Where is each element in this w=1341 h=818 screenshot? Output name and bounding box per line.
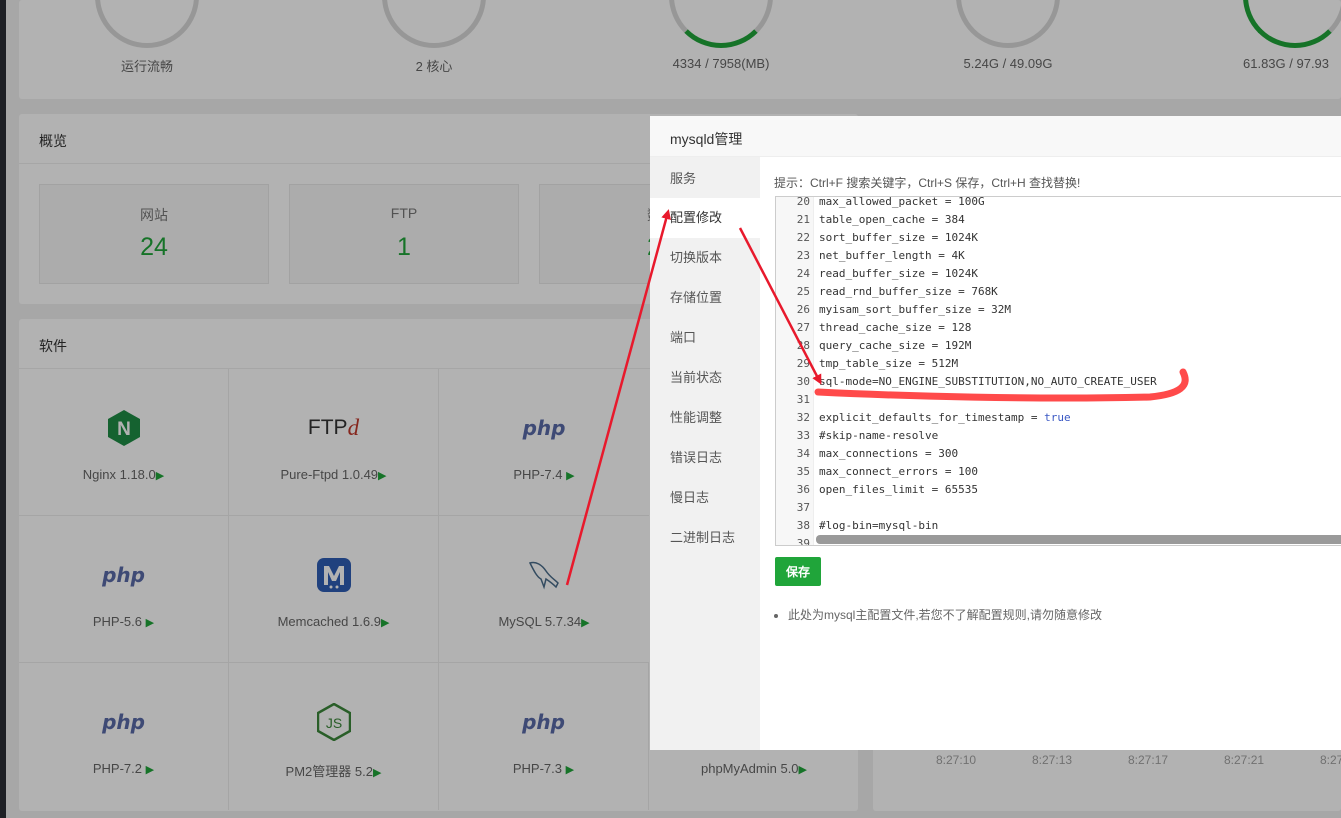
save-button[interactable]: 保存 (775, 557, 821, 586)
config-warning-note: 此处为mysql主配置文件,若您不了解配置规则,请勿随意修改 (774, 606, 1102, 623)
dialog-sidebar-menu: 服务 配置修改 切换版本 存储位置 端口 当前状态 性能调整 错误日志 慢日志 … (650, 157, 760, 750)
menu-item-performance[interactable]: 性能调整 (650, 398, 760, 438)
menu-item-switch-version[interactable]: 切换版本 (650, 238, 760, 278)
shortcut-hint: 提示：Ctrl+F 搜索关键字，Ctrl+S 保存，Ctrl+H 查找替换! (774, 176, 1081, 190)
dialog-title: mysqld管理 (670, 131, 743, 147)
menu-item-port[interactable]: 端口 (650, 318, 760, 358)
editor-horizontal-scrollbar[interactable] (816, 535, 1341, 544)
menu-item-binary-log[interactable]: 二进制日志 (650, 518, 760, 558)
mysqld-manager-dialog: mysqld管理 服务 配置修改 切换版本 存储位置 端口 当前状态 性能调整 … (650, 116, 1341, 750)
menu-item-current-status[interactable]: 当前状态 (650, 358, 760, 398)
config-code-editor[interactable]: 20 max_allowed_packet = 100G 21 table_open… (775, 196, 1341, 546)
menu-item-storage-location[interactable]: 存储位置 (650, 278, 760, 318)
menu-item-slow-log[interactable]: 慢日志 (650, 478, 760, 518)
dialog-header: mysqld管理 (650, 116, 1341, 157)
menu-item-config-edit[interactable]: 配置修改 (650, 198, 760, 238)
bullet-icon (774, 613, 778, 618)
menu-item-error-log[interactable]: 错误日志 (650, 438, 760, 478)
menu-item-service[interactable]: 服务 (650, 159, 760, 199)
